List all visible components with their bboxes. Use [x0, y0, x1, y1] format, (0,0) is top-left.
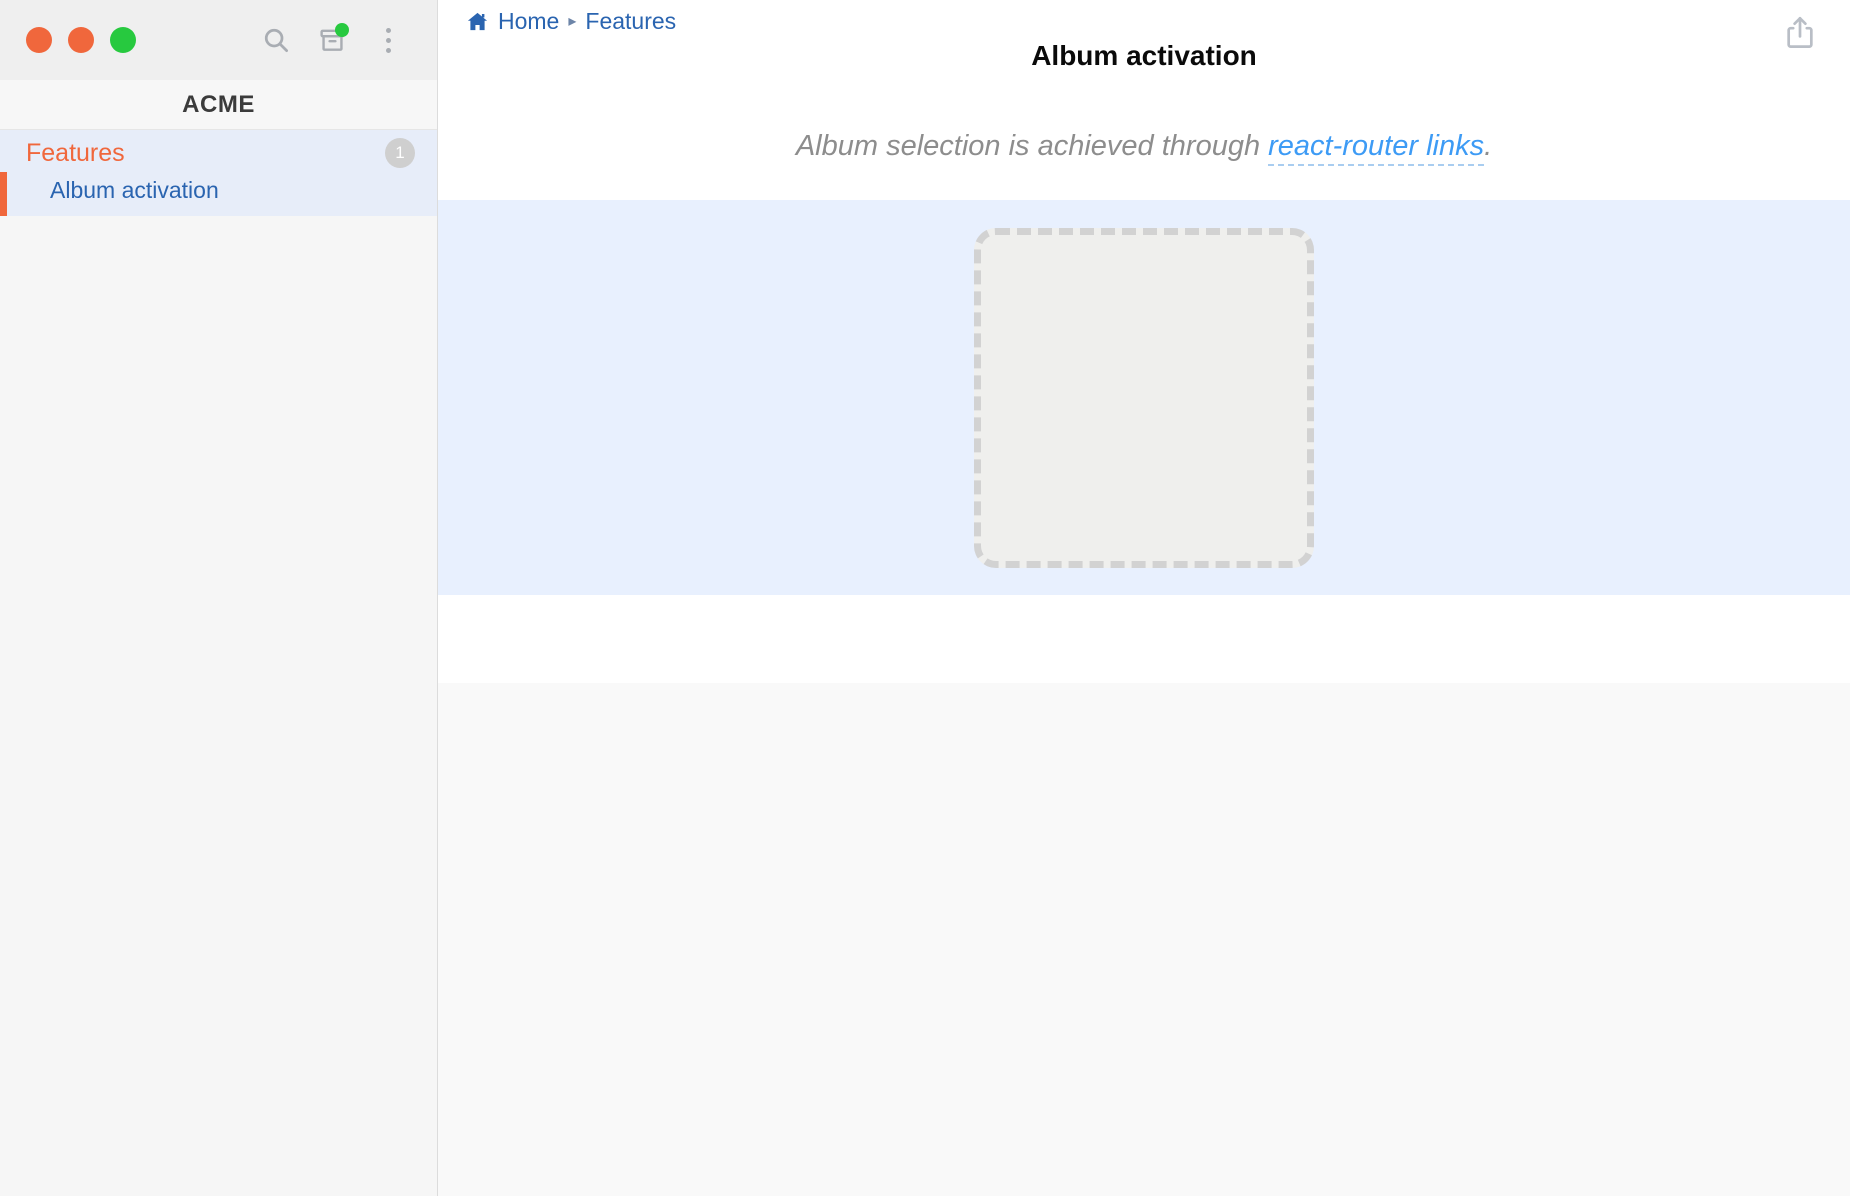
- react-router-links-link[interactable]: react-router links: [1268, 130, 1485, 166]
- home-icon[interactable]: [466, 10, 489, 33]
- window-titlebar: [0, 0, 437, 80]
- brand-bar: ACME: [0, 80, 437, 130]
- sidebar-group-title: Features: [26, 138, 125, 167]
- content-spacer: [438, 595, 1850, 683]
- app-window: ACME Features 1 Album activation Home ▸ …: [0, 0, 1850, 1196]
- breadcrumb-separator-icon: ▸: [568, 12, 577, 30]
- zoom-button[interactable]: [110, 27, 136, 53]
- lede-text-before: Album selection is achieved through: [795, 130, 1269, 162]
- traffic-light-buttons: [26, 27, 136, 53]
- album-canvas: [438, 200, 1850, 595]
- selected-marker: [0, 172, 7, 216]
- sidebar-group-header[interactable]: Features 1: [0, 132, 437, 172]
- close-button[interactable]: [26, 27, 52, 53]
- breadcrumb-home-link[interactable]: Home: [498, 8, 559, 35]
- album-drop-placeholder[interactable]: [974, 227, 1314, 568]
- archive-icon[interactable]: [315, 23, 349, 57]
- notification-dot: [335, 23, 349, 37]
- breadcrumb-features-link[interactable]: Features: [585, 8, 676, 35]
- search-icon[interactable]: [259, 23, 293, 57]
- breadcrumb: Home ▸ Features: [466, 8, 676, 35]
- sidebar-group-features: Features 1 Album activation: [0, 130, 437, 216]
- main-header: Home ▸ Features Album activation Album s…: [438, 0, 1850, 200]
- sidebar-item-label: Album activation: [50, 177, 219, 203]
- sidebar-empty-area: [0, 216, 437, 1196]
- kebab-menu-icon[interactable]: [371, 23, 405, 57]
- minimize-button[interactable]: [68, 27, 94, 53]
- sidebar-item-album-activation[interactable]: Album activation: [0, 172, 437, 216]
- footer-area: [438, 683, 1850, 1196]
- page-description: Album selection is achieved through reac…: [438, 130, 1850, 166]
- main-content: Home ▸ Features Album activation Album s…: [438, 0, 1850, 1196]
- sidebar: ACME Features 1 Album activation: [0, 0, 438, 1196]
- sidebar-group-badge: 1: [385, 138, 415, 168]
- lede-text-after: .: [1484, 130, 1493, 162]
- page-title: Album activation: [1031, 40, 1257, 71]
- titlebar-actions: [259, 23, 411, 57]
- brand-title: ACME: [182, 90, 255, 118]
